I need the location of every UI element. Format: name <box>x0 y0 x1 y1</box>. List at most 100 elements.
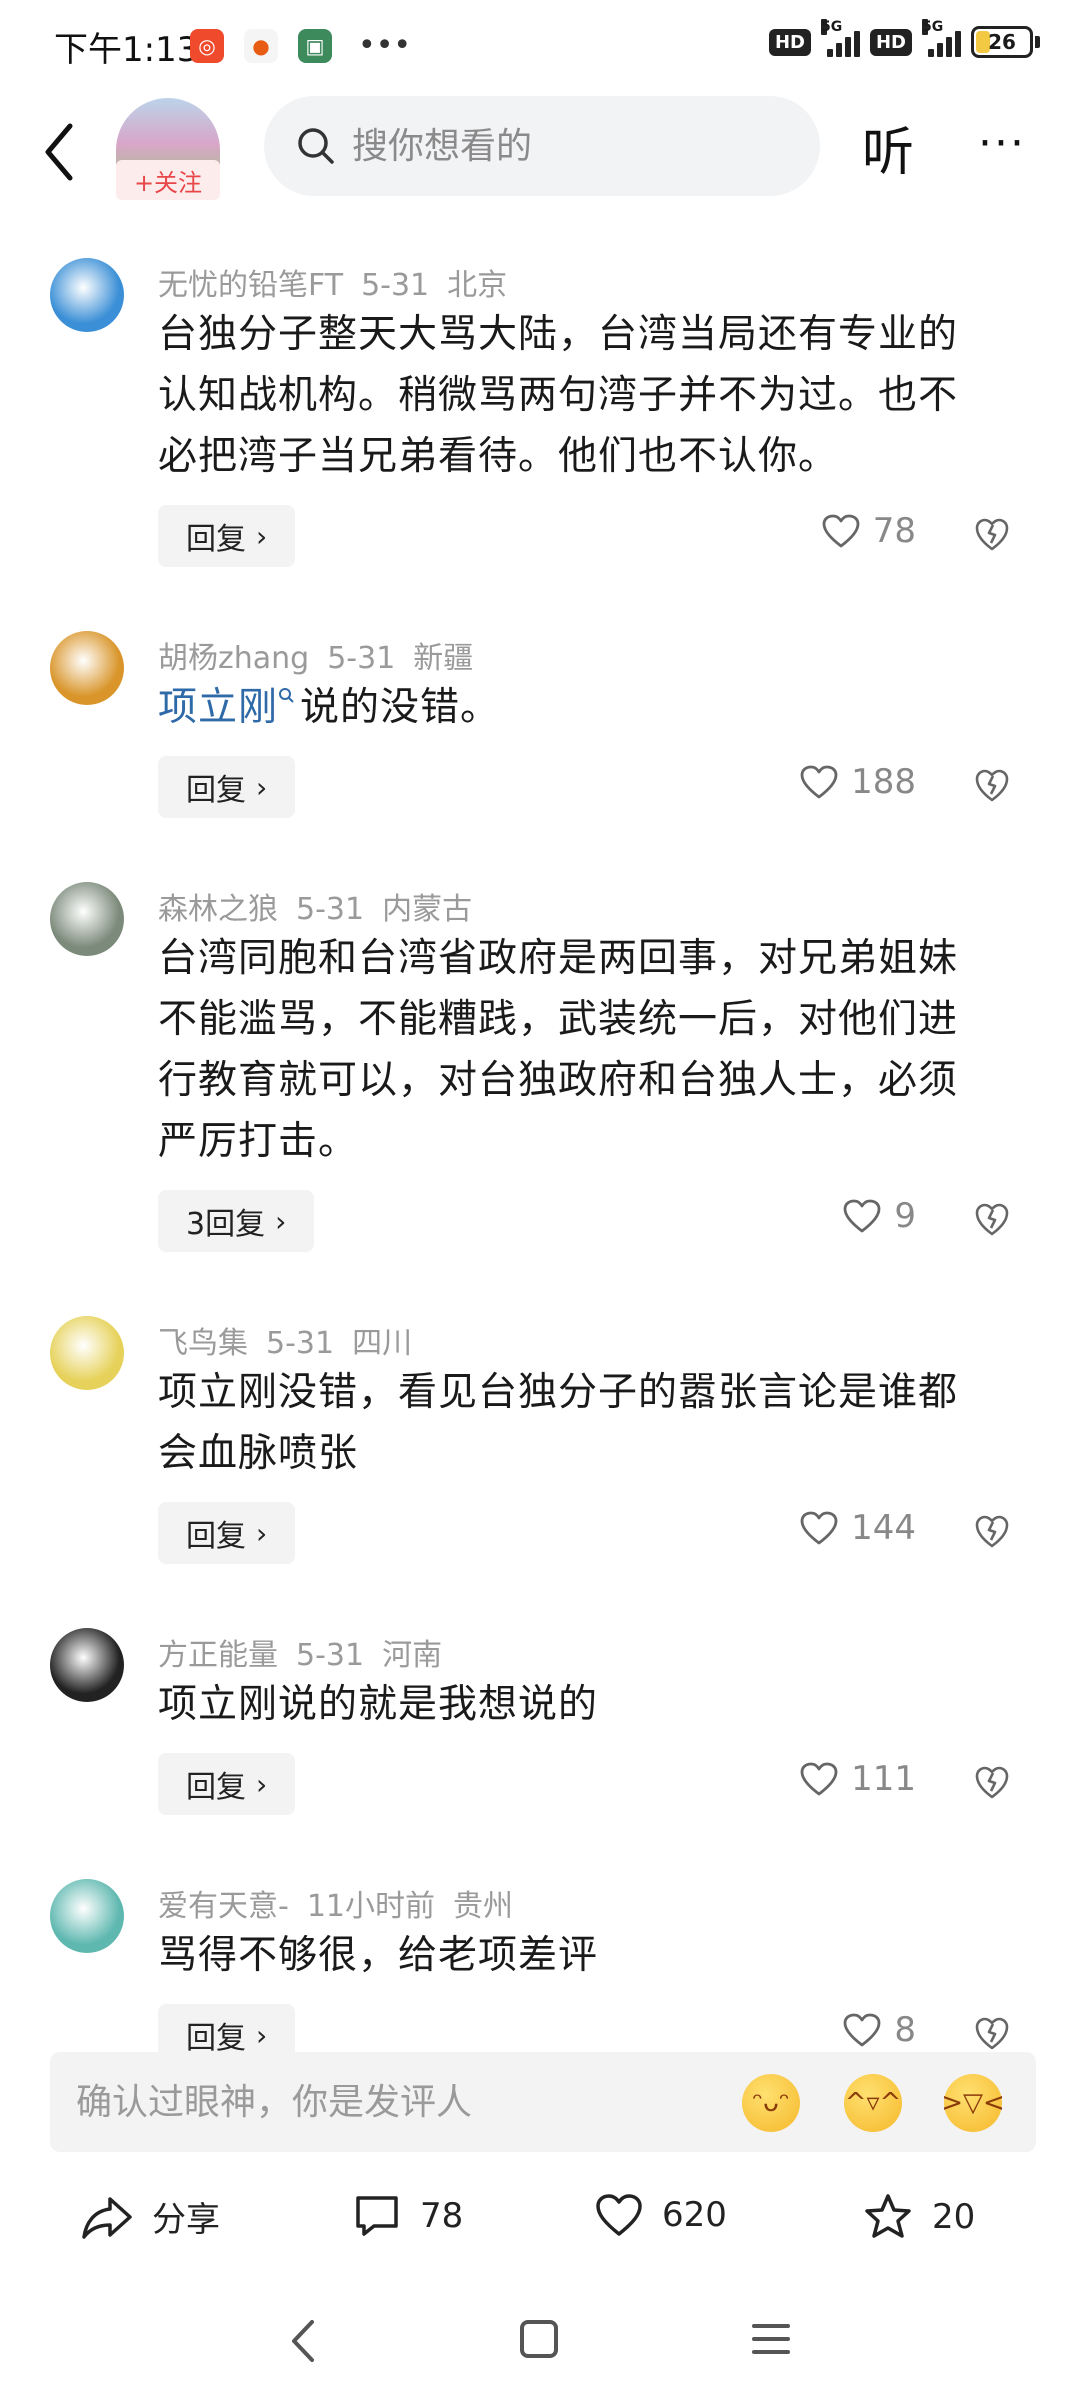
laughing-emoji-icon[interactable]: ᵔᴗᵔ <box>742 2074 800 2132</box>
heart-icon <box>800 765 838 799</box>
commenter-avatar[interactable] <box>50 882 124 956</box>
reply-button[interactable]: 回复 › <box>158 1502 296 1564</box>
nav-home-button[interactable] <box>518 2318 560 2364</box>
nav-back-icon <box>292 2320 314 2362</box>
comment-actions: 回复 › 111 <box>158 1745 1022 1853</box>
battery-level: 26 <box>988 30 1016 54</box>
comment-like-count: 188 <box>851 762 916 802</box>
comment-like-button[interactable]: 144 <box>799 1508 916 1548</box>
search-bar[interactable] <box>264 96 820 196</box>
commenter-name[interactable]: 爱有天意- <box>158 1889 289 1924</box>
network-type-label: 5G <box>820 19 843 35</box>
comment-icon <box>356 2196 398 2236</box>
comment-dislike-button[interactable] <box>974 1765 1010 1803</box>
nav-back-button[interactable] <box>288 2318 318 2368</box>
comment-meta: 方正能量 5-31 河南 <box>158 1602 1022 1674</box>
comment-date: 5-31 <box>296 892 365 927</box>
comment-meta: 森林之狼 5-31 内蒙古 <box>158 856 1022 928</box>
like-button[interactable]: 620 <box>594 2192 727 2238</box>
heart-icon <box>800 1511 838 1545</box>
commenter-name[interactable]: 无忧的铅笔FT <box>158 268 343 303</box>
comment-input-bar[interactable]: ᵔᴗᵔ ^▿^ >▽< <box>50 2052 1036 2152</box>
comment-text: 项立刚说的就是我想说的 <box>158 1674 1022 1735</box>
comment-dislike-button[interactable] <box>974 1202 1010 1240</box>
chevron-right-icon: › <box>256 770 268 804</box>
comment-dislike-button[interactable] <box>974 768 1010 806</box>
heart-icon <box>822 514 860 548</box>
chevron-left-icon <box>45 123 73 181</box>
comment-list: 无忧的铅笔FT 5-31 北京 台独分子整天大骂大陆，台湾当局还有专业的 认知战机构。稍… <box>0 232 1080 2104</box>
grinning-emoji-icon[interactable]: ^▿^ <box>844 2074 902 2132</box>
comment-dislike-button[interactable] <box>974 1514 1010 1552</box>
commenter-name[interactable]: 飞鸟集 <box>158 1326 248 1361</box>
comment-like-button[interactable]: 111 <box>799 1759 916 1799</box>
battery-cap <box>1035 36 1040 48</box>
commenter-avatar[interactable] <box>50 1628 124 1702</box>
heart-icon <box>596 2194 642 2236</box>
comment-location: 贵州 <box>453 1889 514 1924</box>
user-mention-link[interactable]: 项立刚 <box>158 685 278 730</box>
comment-text-line: 台湾同胞和台湾省政府是两回事，对兄弟姐妹 <box>158 936 959 981</box>
reply-button[interactable]: 回复 › <box>158 1753 296 1815</box>
star-icon <box>865 2194 911 2238</box>
comment-like-button[interactable]: 9 <box>842 1196 916 1236</box>
system-nav-bar <box>0 2290 1080 2400</box>
commenter-avatar[interactable] <box>50 1316 124 1390</box>
comment-like-button[interactable]: 8 <box>842 2010 916 2050</box>
comment-text-line: 台独分子整天大骂大陆，台湾当局还有专业的 <box>158 312 959 357</box>
chevron-right-icon: › <box>256 1516 268 1550</box>
comment-location: 新疆 <box>413 641 474 676</box>
more-notifications-icon: ••• <box>358 28 412 63</box>
comment-date: 5-31 <box>266 1326 335 1361</box>
comments-button[interactable]: 78 <box>352 2192 463 2240</box>
author-avatar[interactable]: +关注 <box>116 98 220 202</box>
back-button[interactable] <box>42 118 92 186</box>
comment-meta: 爱有天意- 11小时前 贵州 <box>158 1853 1022 1925</box>
nav-menu-button[interactable] <box>750 2318 792 2364</box>
comment-actions: 回复 › 78 <box>158 497 1022 605</box>
commenter-name[interactable]: 胡杨zhang <box>158 641 309 676</box>
comment-text-line: 会血脉喷张 <box>158 1431 359 1476</box>
rofl-emoji-icon[interactable]: >▽< <box>941 2074 1005 2132</box>
comment-like-count: 8 <box>894 2010 916 2050</box>
comment-like-count: 144 <box>851 1508 916 1548</box>
broken-heart-icon <box>975 2017 1009 2050</box>
app-notification-icon: ● <box>244 28 278 63</box>
comment-actions: 3回复 › 9 <box>158 1182 1022 1290</box>
more-options-button[interactable]: ··· <box>978 118 1026 169</box>
reply-button[interactable]: 回复 › <box>158 505 296 567</box>
listen-button[interactable]: 听 <box>862 110 914 185</box>
heart-icon <box>843 2013 881 2047</box>
comment-dislike-button[interactable] <box>974 517 1010 555</box>
commenter-avatar[interactable] <box>50 631 124 705</box>
comment-text: 项立刚 说的没错。 <box>158 677 1022 738</box>
status-bar: 下午1:13 ◎ ● ▣ ••• HD 5G HD 5G 26 <box>0 0 1080 92</box>
favorite-button[interactable]: 20 <box>862 2192 975 2242</box>
comment-meta: 飞鸟集 5-31 四川 <box>158 1290 1022 1362</box>
comment-location: 内蒙古 <box>382 892 473 927</box>
reply-label: 3回复 <box>186 1207 266 1242</box>
broken-heart-icon <box>975 1203 1009 1236</box>
search-input[interactable] <box>352 125 772 167</box>
reply-button[interactable]: 3回复 › <box>158 1190 315 1252</box>
comment-dislike-button[interactable] <box>974 2016 1010 2054</box>
comment-text: 骂得不够很，给老项差评 <box>158 1925 1022 1986</box>
bottom-action-bar: 分享 78 620 20 <box>0 2170 1080 2280</box>
commenter-avatar[interactable] <box>50 258 124 332</box>
comment-date: 5-31 <box>327 641 396 676</box>
comment-like-button[interactable]: 188 <box>799 762 916 802</box>
comment-like-button[interactable]: 78 <box>821 511 916 551</box>
battery-icon: 26 <box>971 26 1033 58</box>
comment-input[interactable] <box>76 2081 716 2123</box>
follow-button[interactable]: +关注 <box>116 160 220 200</box>
reply-button[interactable]: 回复 › <box>158 756 296 818</box>
comment-text-line: 行教育就可以，对台独政府和台独人士，必须 <box>158 1058 959 1103</box>
app-notification-icon: ▣ <box>298 28 332 63</box>
reply-label: 回复 <box>186 522 246 557</box>
share-button[interactable]: 分享 <box>80 2192 220 2241</box>
commenter-avatar[interactable] <box>50 1879 124 1953</box>
commenter-name[interactable]: 方正能量 <box>158 1638 278 1673</box>
comment-item: 胡杨zhang 5-31 新疆 项立刚 说的没错。 回复 › 188 <box>0 605 1080 856</box>
commenter-name[interactable]: 森林之狼 <box>158 892 278 927</box>
network-type-label: 5G <box>922 19 944 35</box>
